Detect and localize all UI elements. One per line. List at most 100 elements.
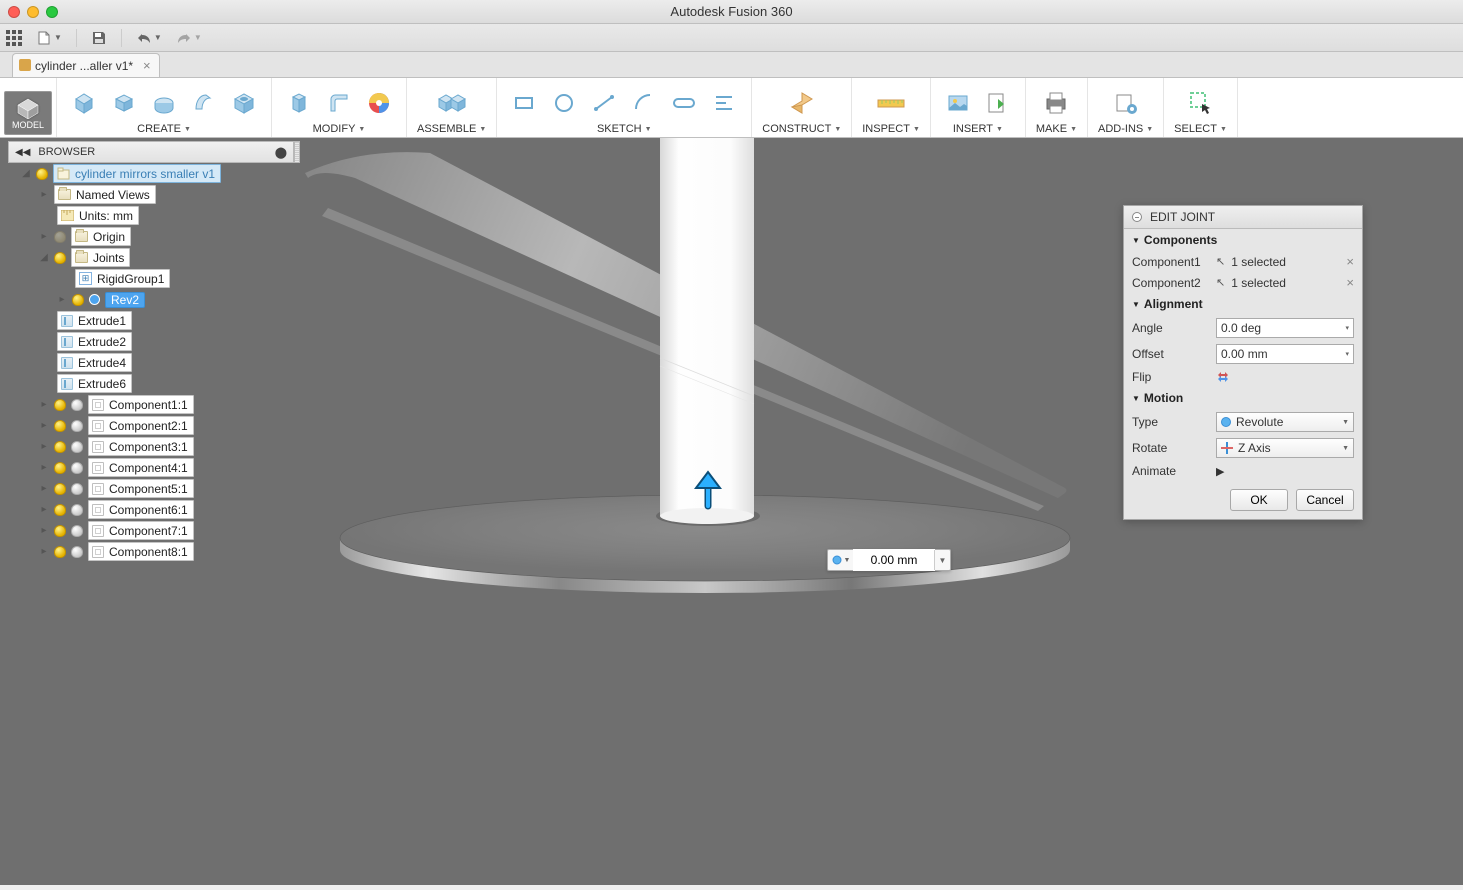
insert-menu[interactable]: INSERT▼ bbox=[953, 123, 1003, 135]
tree-component6[interactable]: ▸Component6:1 bbox=[8, 499, 294, 520]
section-components[interactable]: Components bbox=[1124, 229, 1362, 251]
tree-extrude4[interactable]: Extrude4 bbox=[8, 352, 294, 373]
construct-plane-icon[interactable] bbox=[785, 86, 819, 120]
rotate-select[interactable]: Z Axis▼ bbox=[1216, 438, 1354, 458]
addins-icon[interactable] bbox=[1109, 86, 1143, 120]
clear-selection-button[interactable]: × bbox=[1346, 254, 1354, 269]
collapse-left-icon[interactable]: ◀◀ bbox=[15, 147, 30, 158]
tree-component7[interactable]: ▸Component7:1 bbox=[8, 520, 294, 541]
browser-title: BROWSER bbox=[38, 146, 95, 158]
ribbon-toolbar: MODEL CREATE▼ MODIFY▼ ASSEMBLE▼ bbox=[0, 78, 1463, 138]
arc-icon[interactable] bbox=[627, 86, 661, 120]
select-menu[interactable]: SELECT▼ bbox=[1174, 123, 1227, 135]
tree-root[interactable]: ◢ cylinder mirrors smaller v1 bbox=[8, 163, 294, 184]
construct-menu[interactable]: CONSTRUCT▼ bbox=[762, 123, 841, 135]
dimension-dropdown[interactable]: ▼ bbox=[934, 550, 950, 570]
row-animate: Animate ▶ bbox=[1124, 461, 1362, 481]
revolute-icon bbox=[1221, 417, 1231, 427]
cancel-button[interactable]: Cancel bbox=[1296, 489, 1354, 511]
clear-selection-button[interactable]: × bbox=[1346, 275, 1354, 290]
line-icon[interactable] bbox=[587, 86, 621, 120]
extrude-icon[interactable] bbox=[107, 86, 141, 120]
document-tab[interactable]: cylinder ...aller v1* × bbox=[12, 53, 160, 77]
measure-icon[interactable] bbox=[874, 86, 908, 120]
save-button[interactable] bbox=[91, 30, 107, 46]
ok-button[interactable]: OK bbox=[1230, 489, 1288, 511]
tree-extrude6[interactable]: Extrude6 bbox=[8, 373, 294, 394]
dimension-value-input[interactable] bbox=[854, 550, 934, 570]
row-rotate: Rotate Z Axis▼ bbox=[1124, 435, 1362, 461]
select-icon[interactable] bbox=[1184, 86, 1218, 120]
play-button[interactable]: ▶ bbox=[1216, 465, 1224, 478]
tree-component4[interactable]: ▸Component4:1 bbox=[8, 457, 294, 478]
tree-rev2[interactable]: ▸ Rev2 bbox=[8, 289, 294, 310]
joint-icon[interactable] bbox=[435, 86, 469, 120]
section-motion[interactable]: Motion bbox=[1124, 387, 1362, 409]
flip-button[interactable] bbox=[1216, 370, 1230, 384]
tree-extrude1[interactable]: Extrude1 bbox=[8, 310, 294, 331]
row-component1: Component1 ↖1 selected× bbox=[1124, 251, 1362, 272]
row-angle: Angle 0.0 deg▾ bbox=[1124, 315, 1362, 341]
tree-component8[interactable]: ▸Component8:1 bbox=[8, 541, 294, 562]
rect-icon[interactable] bbox=[507, 86, 541, 120]
browser-header[interactable]: ◀◀ BROWSER ⬤ bbox=[8, 141, 294, 163]
tree-named-views[interactable]: ▸ Named Views bbox=[8, 184, 294, 205]
tree-component1[interactable]: ▸Component1:1 bbox=[8, 394, 294, 415]
dimension-input[interactable]: ▼ ▼ bbox=[827, 549, 951, 571]
collapse-icon[interactable] bbox=[1132, 212, 1142, 222]
data-panel-button[interactable] bbox=[6, 30, 22, 46]
tree-origin[interactable]: ▸ Origin bbox=[8, 226, 294, 247]
create-menu[interactable]: CREATE▼ bbox=[137, 123, 191, 135]
appearance-icon[interactable] bbox=[362, 86, 396, 120]
tree-extrude2[interactable]: Extrude2 bbox=[8, 331, 294, 352]
minimize-window-button[interactable] bbox=[27, 6, 39, 18]
tree-component3[interactable]: ▸Component3:1 bbox=[8, 436, 294, 457]
fillet-icon[interactable] bbox=[322, 86, 356, 120]
angle-input[interactable]: 0.0 deg▾ bbox=[1216, 318, 1354, 338]
assemble-menu[interactable]: ASSEMBLE▼ bbox=[417, 123, 486, 135]
panel-title[interactable]: EDIT JOINT bbox=[1124, 206, 1362, 229]
picker-icon[interactable]: ↖ bbox=[1216, 255, 1225, 268]
addins-menu[interactable]: ADD-INS▼ bbox=[1098, 123, 1153, 135]
press-pull-icon[interactable] bbox=[282, 86, 316, 120]
inspect-menu[interactable]: INSPECT▼ bbox=[862, 123, 920, 135]
slot-icon[interactable] bbox=[667, 86, 701, 120]
offset-input[interactable]: 0.00 mm▾ bbox=[1216, 344, 1354, 364]
sweep-icon[interactable] bbox=[187, 86, 221, 120]
row-component2: Component2 ↖1 selected× bbox=[1124, 272, 1362, 293]
new-component-icon[interactable] bbox=[67, 86, 101, 120]
revolve-icon[interactable] bbox=[147, 86, 181, 120]
file-menu[interactable]: ▼ bbox=[36, 30, 62, 46]
tree-component5[interactable]: ▸Component5:1 bbox=[8, 478, 294, 499]
workspace-switcher[interactable]: MODEL bbox=[4, 91, 52, 135]
tree-joints[interactable]: ◢ Joints bbox=[8, 247, 294, 268]
titlebar: Autodesk Fusion 360 bbox=[0, 0, 1463, 24]
row-offset: Offset 0.00 mm▾ bbox=[1124, 341, 1362, 367]
insert-icon[interactable] bbox=[981, 86, 1015, 120]
sketch-menu[interactable]: SKETCH▼ bbox=[597, 123, 652, 135]
maximize-window-button[interactable] bbox=[46, 6, 58, 18]
tree-rigidgroup[interactable]: ⊞RigidGroup1 bbox=[8, 268, 294, 289]
resize-handle[interactable] bbox=[294, 141, 300, 163]
type-select[interactable]: Revolute▼ bbox=[1216, 412, 1354, 432]
trim-icon[interactable] bbox=[707, 86, 741, 120]
section-alignment[interactable]: Alignment bbox=[1124, 293, 1362, 315]
hole-icon[interactable] bbox=[227, 86, 261, 120]
close-window-button[interactable] bbox=[8, 6, 20, 18]
modify-menu[interactable]: MODIFY▼ bbox=[313, 123, 366, 135]
dimension-type-icon[interactable]: ▼ bbox=[828, 550, 854, 570]
circle-icon[interactable] bbox=[547, 86, 581, 120]
picker-icon[interactable]: ↖ bbox=[1216, 276, 1225, 289]
make-menu[interactable]: MAKE▼ bbox=[1036, 123, 1077, 135]
pin-icon[interactable]: ⬤ bbox=[275, 146, 287, 159]
close-tab-button[interactable]: × bbox=[143, 58, 151, 73]
print-icon[interactable] bbox=[1039, 86, 1073, 120]
undo-button[interactable]: ▼ bbox=[136, 31, 162, 45]
browser-panel: ◀◀ BROWSER ⬤ ◢ cylinder mirrors smaller … bbox=[8, 141, 294, 562]
tree-units[interactable]: Units: mm bbox=[8, 205, 294, 226]
redo-button[interactable]: ▼ bbox=[176, 31, 202, 45]
tree-component2[interactable]: ▸Component2:1 bbox=[8, 415, 294, 436]
decal-icon[interactable] bbox=[941, 86, 975, 120]
edit-joint-panel: EDIT JOINT Components Component1 ↖1 sele… bbox=[1123, 205, 1363, 520]
document-tabs: cylinder ...aller v1* × bbox=[0, 52, 1463, 78]
